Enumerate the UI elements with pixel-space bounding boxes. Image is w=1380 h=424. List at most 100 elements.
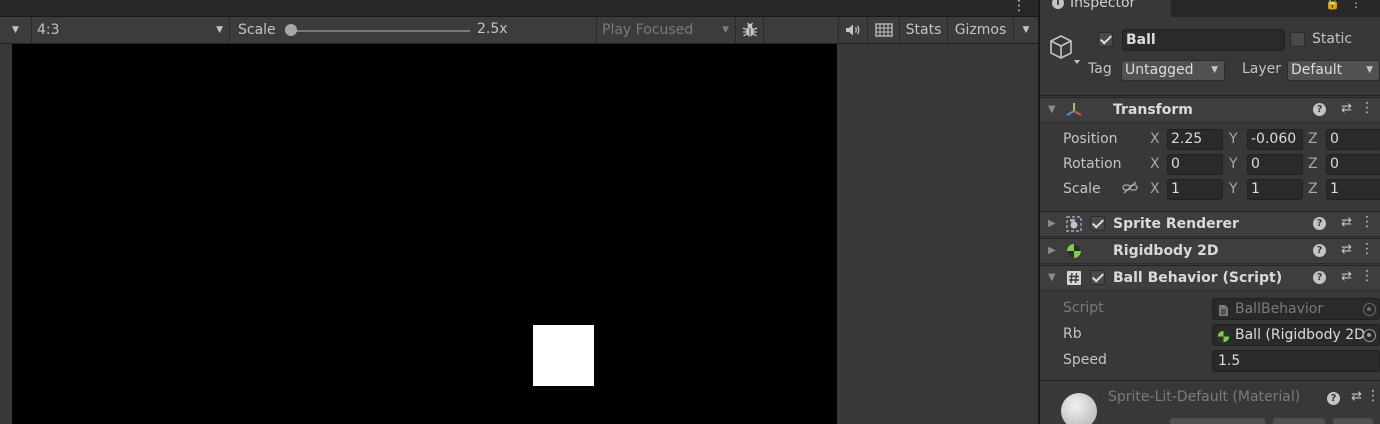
bug-icon[interactable]	[736, 17, 764, 43]
axis-z-label[interactable]: Z	[1308, 156, 1318, 172]
scale-value: 2.5x	[477, 21, 508, 37]
rotation-row: Rotation X 0 Y 0 Z 0	[1040, 153, 1380, 175]
stats-button[interactable]: Stats	[900, 17, 948, 43]
more-options-icon[interactable]: ⋮	[1360, 268, 1374, 284]
help-icon[interactable]: ?	[1313, 217, 1326, 230]
gizmos-dropdown[interactable]: ▼	[1014, 17, 1038, 43]
axis-x-label[interactable]: X	[1150, 156, 1160, 172]
game-view-menu-icon[interactable]: ⋮	[1012, 0, 1026, 14]
audio-icon[interactable]	[838, 17, 868, 43]
foldout-expanded-icon[interactable]: ▼	[1048, 272, 1056, 283]
tag-value: Untagged	[1125, 62, 1194, 78]
shader-options-button[interactable]	[1333, 418, 1373, 424]
rb-label: Rb	[1063, 326, 1082, 342]
ball-behavior-component-header[interactable]: ▼ Ball Behavior (Script) ? ⇄ ⋮	[1040, 265, 1380, 291]
preset-icon[interactable]: ⇄	[1341, 269, 1352, 284]
axis-x-label[interactable]: X	[1150, 131, 1160, 147]
inspector-panel: i Inspector 🔓⋮ Ball Static Tag Untagged …	[1040, 0, 1380, 424]
static-checkbox[interactable]	[1290, 32, 1305, 47]
edit-shader-button[interactable]	[1273, 418, 1325, 424]
axis-y-label[interactable]: Y	[1229, 156, 1238, 172]
position-y-field[interactable]: -0.060	[1247, 129, 1303, 150]
material-preview	[1060, 391, 1098, 424]
rotation-x-field[interactable]: 0	[1167, 154, 1223, 175]
gameobject-name-field[interactable]: Ball	[1122, 29, 1285, 51]
preset-icon[interactable]: ⇄	[1341, 242, 1352, 257]
help-icon[interactable]: ?	[1313, 271, 1326, 284]
gizmos-button[interactable]: Gizmos	[948, 17, 1014, 43]
tag-dropdown[interactable]: Untagged ▼	[1121, 60, 1225, 81]
more-options-icon[interactable]: ⋮	[1360, 241, 1374, 257]
game-view-toolbar: ▼ 4:3 ▼ Scale 2.5x Play Focused ▼ Stats …	[0, 17, 1038, 44]
material-section: Sprite-Lit-Default (Material) ? ⇄ ⋮	[1040, 380, 1380, 424]
aspect-ratio-dropdown[interactable]: 4:3 ▼	[32, 17, 230, 43]
stats-label: Stats	[905, 22, 942, 38]
script-row: Script BallBehavior	[1040, 297, 1380, 320]
scale-slider-track[interactable]	[285, 30, 470, 32]
rb-object-field[interactable]: Ball (Rigidbody 2D	[1212, 324, 1380, 346]
axis-y-label[interactable]: Y	[1229, 181, 1238, 197]
object-picker-icon	[1363, 303, 1376, 316]
rotation-y-field[interactable]: 0	[1247, 154, 1303, 175]
shader-dropdown[interactable]	[1170, 418, 1265, 424]
script-object-field: BallBehavior	[1212, 298, 1380, 320]
help-icon[interactable]: ?	[1313, 244, 1326, 257]
scale-label: Scale	[1063, 181, 1101, 197]
constrain-proportions-icon[interactable]	[1122, 181, 1138, 199]
play-mode-dropdown[interactable]: Play Focused ▼	[597, 17, 736, 43]
sprite-renderer-enabled-checkbox[interactable]	[1090, 216, 1105, 231]
rotation-z-field[interactable]: 0	[1326, 154, 1380, 175]
preset-icon[interactable]: ⇄	[1351, 389, 1362, 404]
position-z-field[interactable]: 0	[1326, 129, 1380, 150]
axis-x-label[interactable]: X	[1150, 181, 1160, 197]
scale-y-field[interactable]: 1	[1247, 179, 1303, 200]
cube-icon[interactable]	[1048, 31, 1084, 67]
layer-dropdown[interactable]: Default ▼	[1287, 60, 1380, 81]
script-value: BallBehavior	[1235, 301, 1324, 317]
object-picker-icon[interactable]	[1363, 329, 1376, 342]
material-shader-row	[1108, 415, 1380, 424]
more-options-icon[interactable]: ⋮	[1360, 100, 1374, 116]
ball-behavior-enabled-checkbox[interactable]	[1090, 270, 1105, 285]
inspector-tab-label: Inspector	[1070, 0, 1136, 11]
position-label: Position	[1063, 131, 1118, 147]
axis-z-label[interactable]: Z	[1308, 181, 1318, 197]
sprite-renderer-component-header[interactable]: ▶ Sprite Renderer ? ⇄ ⋮	[1040, 211, 1380, 237]
rb-row: Rb Ball (Rigidbody 2D	[1040, 323, 1380, 346]
axis-z-label[interactable]: Z	[1308, 131, 1318, 147]
speed-field[interactable]: 1.5	[1212, 350, 1380, 372]
transform-component-header[interactable]: ▼ Transform ? ⇄ ⋮	[1040, 97, 1380, 123]
transform-title: Transform	[1113, 102, 1193, 118]
material-title: Sprite-Lit-Default (Material)	[1108, 389, 1301, 405]
game-tab-strip: ⋮	[0, 0, 1038, 17]
preset-icon[interactable]: ⇄	[1341, 215, 1352, 230]
foldout-expanded-icon[interactable]: ▼	[1048, 104, 1056, 115]
grid-icon[interactable]	[868, 17, 900, 43]
scale-x-field[interactable]: 1	[1167, 179, 1223, 200]
game-render-area[interactable]	[12, 44, 837, 424]
lock-icon[interactable]: 🔓⋮	[1325, 0, 1372, 10]
more-options-icon[interactable]: ⋮	[1366, 388, 1380, 404]
script-icon	[1066, 270, 1082, 286]
help-icon[interactable]: ?	[1313, 103, 1326, 116]
help-icon[interactable]: ?	[1327, 392, 1340, 405]
tab-inspector[interactable]: i Inspector	[1040, 0, 1171, 17]
scale-control: Scale 2.5x	[230, 17, 597, 43]
more-options-icon[interactable]: ⋮	[1360, 214, 1374, 230]
rigidbody2d-component-header[interactable]: ▶ Rigidbody 2D ? ⇄ ⋮	[1040, 238, 1380, 264]
axis-y-label[interactable]: Y	[1229, 131, 1238, 147]
scale-slider-thumb[interactable]	[285, 24, 297, 36]
preset-icon[interactable]: ⇄	[1341, 101, 1352, 116]
rigidbody-icon	[1066, 243, 1082, 259]
scale-z-field[interactable]: 1	[1326, 179, 1380, 200]
gameobject-header: Ball Static Tag Untagged ▼ Layer Default…	[1040, 17, 1380, 96]
sprite-renderer-icon	[1066, 216, 1082, 232]
position-x-field[interactable]: 2.25	[1167, 129, 1223, 150]
display-dropdown[interactable]: ▼	[0, 17, 32, 43]
gameobject-active-checkbox[interactable]	[1098, 32, 1113, 47]
foldout-collapsed-icon[interactable]: ▶	[1048, 245, 1056, 256]
transform-axes-icon	[1066, 102, 1082, 118]
sprite-renderer-title: Sprite Renderer	[1113, 216, 1239, 232]
tag-label: Tag	[1088, 61, 1112, 77]
foldout-collapsed-icon[interactable]: ▶	[1048, 218, 1056, 229]
